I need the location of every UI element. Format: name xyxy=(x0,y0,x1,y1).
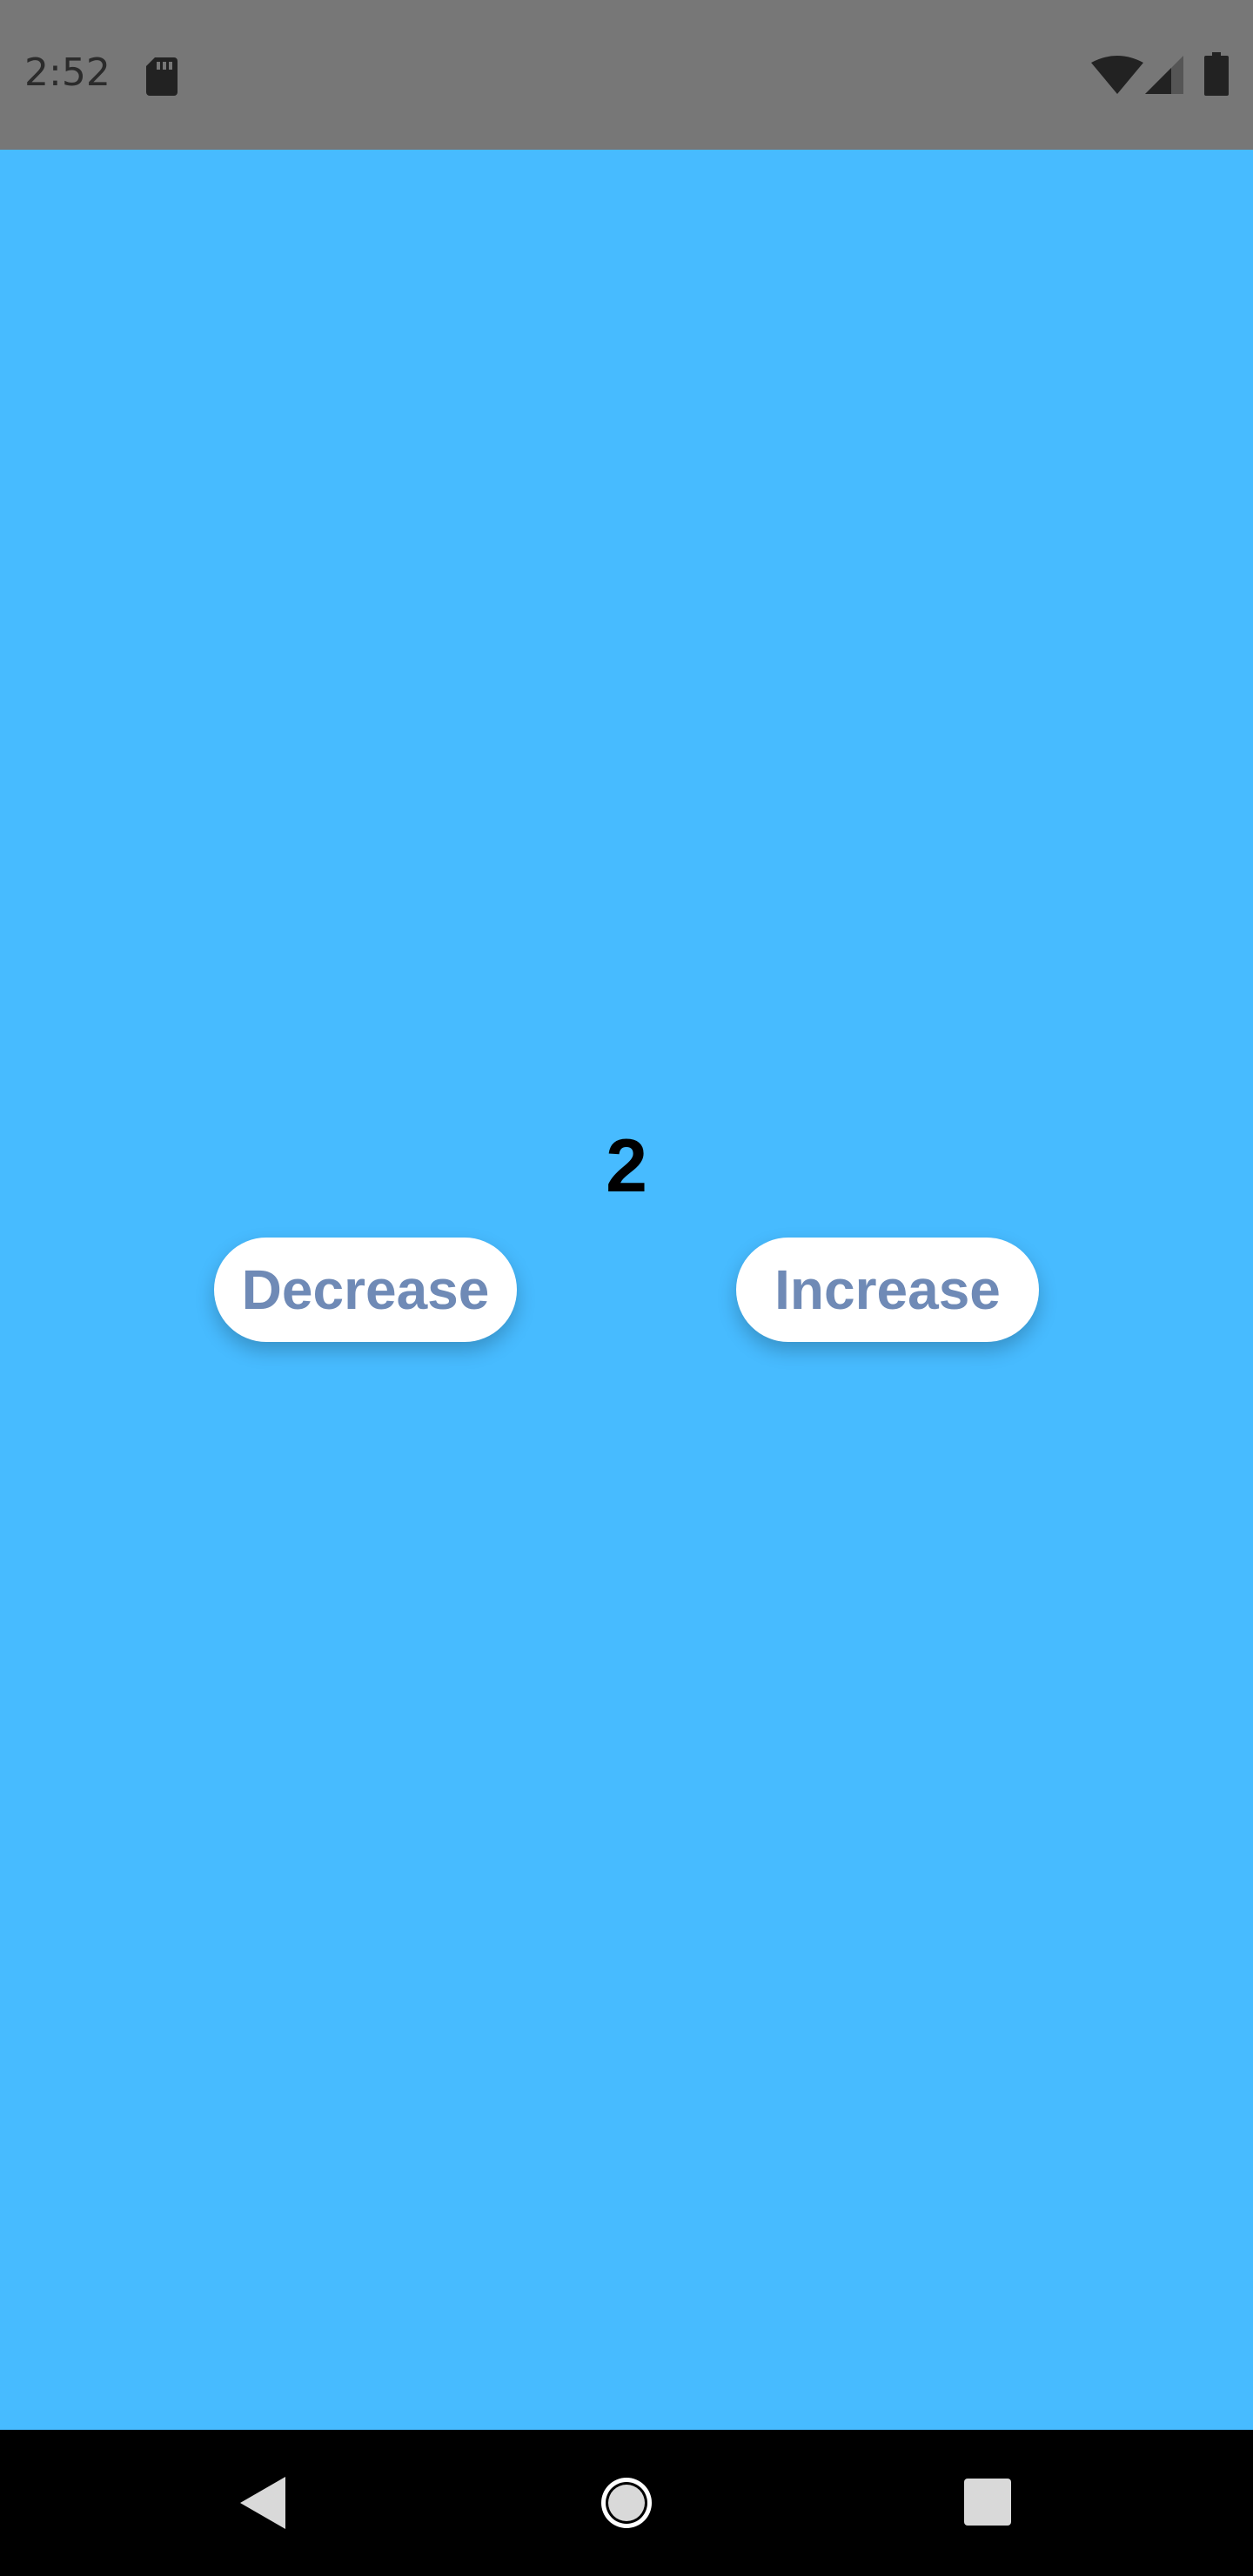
signal-icon xyxy=(1145,56,1183,94)
battery-icon xyxy=(1204,52,1229,96)
back-icon[interactable] xyxy=(237,2475,289,2531)
home-icon[interactable] xyxy=(599,2475,654,2531)
recents-icon[interactable] xyxy=(964,2479,1011,2526)
increase-button[interactable]: Increase xyxy=(736,1238,1039,1342)
app-content xyxy=(0,150,1253,2430)
sd-card-icon xyxy=(146,57,178,96)
status-time: 2:52 xyxy=(24,50,111,95)
status-bar: 2:52 xyxy=(0,0,1253,150)
counter-value: 2 xyxy=(606,1124,647,1208)
wifi-icon xyxy=(1091,56,1143,94)
decrease-button[interactable]: Decrease xyxy=(214,1238,517,1342)
navigation-bar xyxy=(0,2430,1253,2576)
